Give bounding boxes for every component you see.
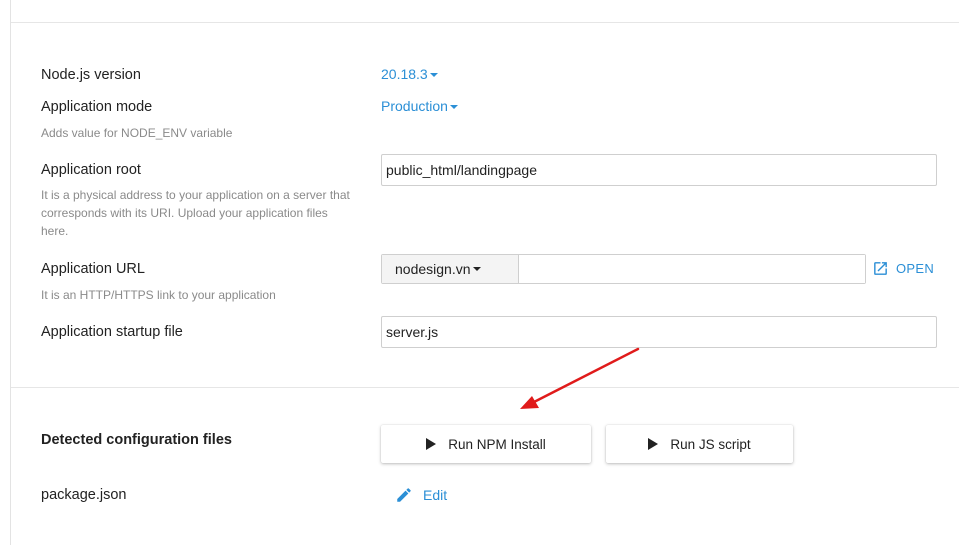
package-json-filename: package.json [41,487,127,503]
run-js-script-button[interactable]: Run JS script [606,425,793,463]
app-root-hint: It is a physical address to your applica… [41,188,350,238]
caret-down-icon [429,73,438,78]
app-url-group: nodesign.vn [381,254,866,284]
app-url-label: Application URL [41,261,145,277]
external-link-icon [874,262,887,275]
play-icon [426,438,437,450]
left-border [10,0,11,545]
app-url-path-input[interactable] [519,255,865,283]
edit-label: Edit [423,487,448,503]
run-js-script-label: Run JS script [670,436,751,452]
app-url-hint: It is an HTTP/HTTPS link to your applica… [41,288,276,302]
domain-dropdown[interactable]: nodesign.vn [382,255,519,283]
domain-value: nodesign.vn [395,261,471,277]
run-npm-install-button[interactable]: Run NPM Install [381,425,591,463]
app-mode-hint: Adds value for NODE_ENV variable [41,126,233,140]
section-divider [11,387,959,388]
caret-down-icon [449,105,458,110]
startup-file-label: Application startup file [41,324,183,340]
open-label: OPEN [896,261,935,276]
app-mode-label: Application mode [41,99,153,115]
edit-package-json-link[interactable]: Edit [395,486,447,504]
pencil-icon [397,488,411,502]
app-root-label: Application root [41,162,141,178]
run-npm-install-label: Run NPM Install [448,436,546,452]
config-section-title: Detected configuration files [41,432,232,448]
startup-file-input[interactable] [381,316,937,348]
app-mode-value: Production [381,98,448,114]
node-version-dropdown[interactable]: 20.18.3 [381,66,438,82]
node-version-label: Node.js version [41,67,141,83]
open-url-link[interactable]: OPEN [872,260,934,277]
play-icon [648,438,659,450]
app-root-input[interactable] [381,154,937,186]
top-divider [11,22,959,23]
node-version-value: 20.18.3 [381,66,428,82]
caret-down-icon [472,267,481,271]
app-mode-dropdown[interactable]: Production [381,98,458,114]
